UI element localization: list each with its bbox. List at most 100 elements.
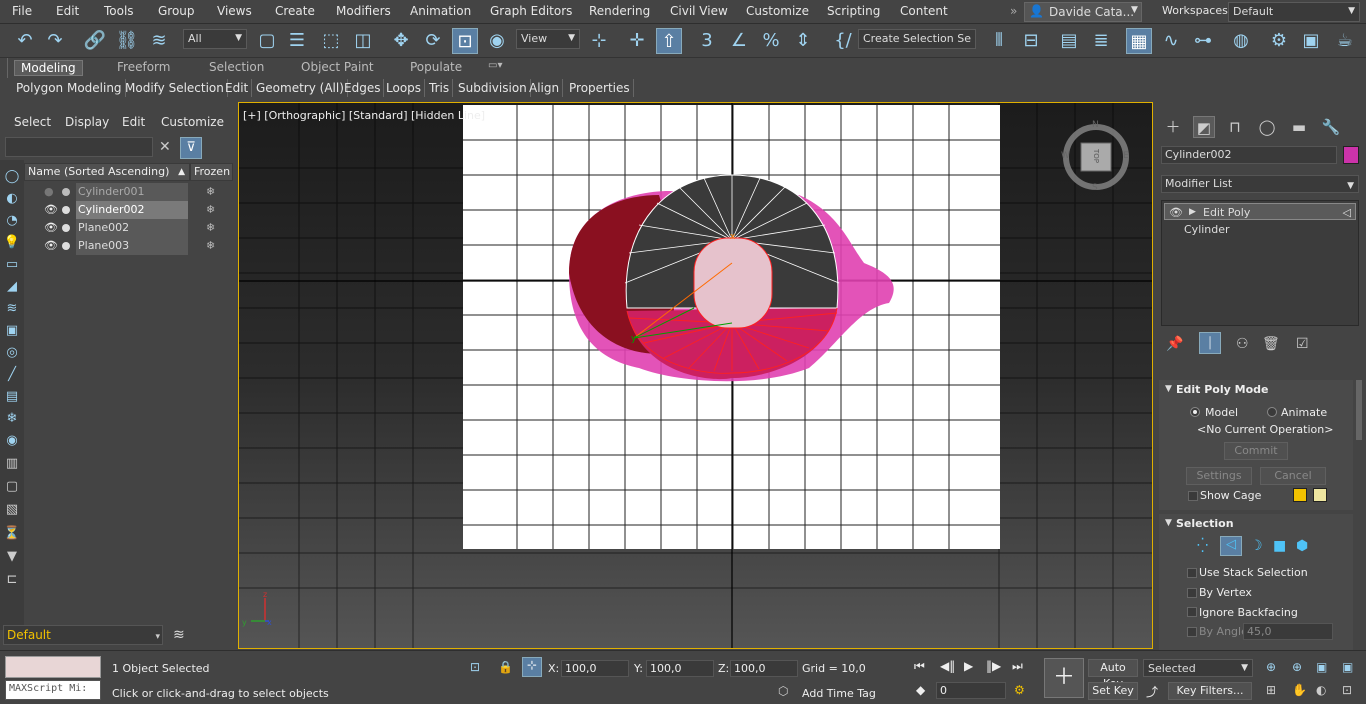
column-frozen-header[interactable]: Frozen [190,163,233,181]
zoom-all-icon[interactable]: ⊕ [1292,660,1302,674]
renderable-icon[interactable] [62,206,70,214]
next-frame-icon[interactable]: ‖▶ [986,659,1001,673]
display-none-icon[interactable]: ◯ [3,168,21,186]
user-account-dropdown[interactable]: 👤 Davide Cata... ▼ [1024,2,1142,22]
time-config-icon[interactable]: ⚙ [1014,683,1025,697]
tab-freeform[interactable]: Freeform [117,60,170,74]
menu-tools[interactable]: Tools [104,4,134,18]
add-time-tag-label[interactable]: Add Time Tag [802,687,876,700]
eye-icon[interactable]: 👁 [44,201,58,219]
model-radio[interactable] [1190,407,1200,417]
edge-mode-icon[interactable]: ◁ [1220,536,1242,556]
list-item[interactable]: 👁 Plane003 ❄ [24,237,233,255]
frozen-icon[interactable]: ❄ [206,237,215,255]
eye-icon[interactable]: 👁 [44,219,58,237]
panel-geometry-all[interactable]: Geometry (All) [253,79,348,97]
zoom-extents-icon[interactable]: ▣ [1316,660,1327,674]
object-name[interactable]: Cylinder001 [76,183,188,201]
tab-object-paint[interactable]: Object Paint [301,60,374,74]
key-filters-button[interactable]: Key Filters... [1168,682,1252,700]
border-mode-icon[interactable]: ☽ [1250,538,1263,554]
panel-properties[interactable]: Properties [566,79,634,97]
object-name[interactable]: Plane002 [76,219,188,237]
eye-icon[interactable]: 👁 [1169,204,1183,221]
menu-overflow-icon[interactable]: » [1010,4,1017,18]
angle-snap-icon[interactable]: ∠ [726,28,752,54]
bind-space-warp-icon[interactable]: ≋ [146,28,172,54]
redo-icon[interactable]: ↷ [42,28,68,54]
frozen-icon[interactable]: ❄ [206,183,215,201]
display-helpers-icon[interactable]: ◢ [3,278,21,296]
layer-dropdown[interactable]: Default ▾ [3,625,163,645]
absolute-mode-transform-icon[interactable]: ⊹ [522,657,542,677]
percent-snap-icon[interactable]: % [758,28,784,54]
menu-views[interactable]: Views [217,4,252,18]
reference-coordinate-dropdown[interactable]: View ▼ [516,29,580,49]
display-hidden-icon[interactable]: ◉ [3,432,21,450]
rendered-frame-window-icon[interactable]: ▣ [1298,28,1324,54]
panel-tris[interactable]: Tris [426,79,454,97]
move-icon[interactable]: ✥ [388,28,414,54]
maximize-viewport-icon[interactable]: ⊡ [1342,683,1352,697]
commit-button[interactable]: Commit [1224,442,1288,460]
object-color-swatch[interactable] [1343,146,1359,164]
orbit-icon[interactable]: ◐ [1316,683,1326,697]
go-to-start-icon[interactable]: ⏮ [914,659,925,674]
visibility-hidden-icon[interactable]: ● [44,183,54,201]
rollout-title[interactable]: Selection [1176,515,1366,533]
vertex-mode-icon[interactable]: ⁛ [1197,538,1208,554]
frozen-icon[interactable]: ❄ [206,219,215,237]
unlink-icon[interactable]: ⛓ [114,28,140,54]
auto-key-button[interactable]: Auto Key [1088,659,1138,690]
rotate-icon[interactable]: ⟳ [420,28,446,54]
settings-button[interactable]: Settings [1186,467,1252,485]
pan-icon[interactable]: ✋ [1292,683,1307,697]
display-shapes-icon[interactable]: ◔ [3,212,21,230]
sync-selection-icon[interactable]: ⊏ [3,571,21,589]
create-tab-icon[interactable]: ＋ [1162,116,1184,138]
display-geometry-icon[interactable]: ◐ [3,190,21,208]
filter-icon[interactable]: ⊽ [180,137,202,159]
tab-populate[interactable]: Populate [410,60,462,74]
panel-scrollbar[interactable] [1356,380,1362,440]
menu-customize[interactable]: Customize [746,4,809,18]
rollout-collapse-icon[interactable]: ▼ [1165,384,1172,394]
display-bones-icon[interactable]: ╱ [3,366,21,384]
panel-subdivision[interactable]: Subdivision [455,79,531,97]
maxscript-mini-listener[interactable]: MAXScript Mi: [5,680,101,700]
mirror-icon[interactable]: ⫴ [986,28,1012,54]
modifier-list-dropdown[interactable]: Modifier List ▼ [1161,175,1359,193]
by-angle-spinner[interactable]: 45,0 [1243,623,1333,640]
undo-icon[interactable]: ↶ [12,28,38,54]
panel-edit[interactable]: Edit [222,79,253,97]
cage-color-swatch[interactable] [1293,488,1307,502]
filter-funnel-icon[interactable]: ⏳ [3,525,21,543]
zoom-extents-all-icon[interactable]: ▣ [1342,660,1353,674]
eye-icon[interactable]: 👁 [44,237,58,255]
y-coordinate-field[interactable]: 100,0 [646,660,714,677]
make-unique-icon[interactable]: ⚇ [1236,336,1249,352]
panel-modify-selection[interactable]: Modify Selection [122,79,228,97]
find-icon[interactable]: ▼ [3,548,21,566]
show-end-result-icon[interactable]: ⏐ [1199,332,1221,354]
use-stack-selection-checkbox[interactable] [1187,568,1197,578]
key-selection-set-dropdown[interactable]: Selected ▼ [1143,659,1253,677]
window-crossing-icon[interactable]: ◫ [350,28,376,54]
tab-modeling[interactable]: Modeling [14,60,83,76]
select-by-name-icon[interactable]: ☰ [284,28,310,54]
object-name[interactable]: Cylinder002 [76,201,188,219]
selection-filter-dropdown[interactable]: All ▼ [183,29,247,49]
cage-selected-color-swatch[interactable] [1313,488,1327,502]
play-icon[interactable]: ▶ [964,659,973,673]
display-frozen-icon[interactable]: ❄ [3,410,21,428]
menu-scripting[interactable]: Scripting [827,4,880,18]
element-mode-icon[interactable]: ⬢ [1296,538,1308,554]
current-frame-field[interactable]: 0 [936,682,1006,699]
link-icon[interactable]: 🔗 [82,28,108,54]
maxscript-listener-area[interactable] [5,656,101,678]
display-space-warps-icon[interactable]: ≋ [3,300,21,318]
pivot-center-icon[interactable]: ⊹ [586,28,612,54]
configure-modifier-sets-icon[interactable]: ☑ [1296,336,1309,352]
toggle-ribbon-icon[interactable]: ▦ [1126,28,1152,54]
key-tangent-icon[interactable]: ⤴ [1146,683,1158,700]
